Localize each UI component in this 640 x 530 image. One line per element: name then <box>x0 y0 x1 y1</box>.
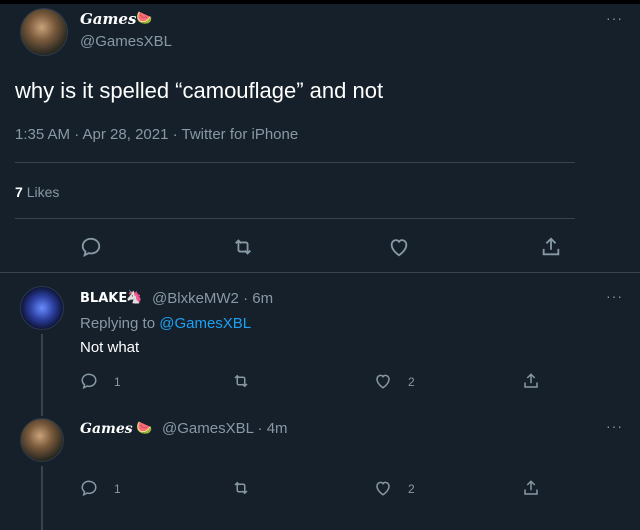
top-edge <box>0 0 640 4</box>
likes-count: 7 <box>15 184 23 200</box>
more-options-button[interactable]: ··· <box>606 288 623 304</box>
replying-to: Replying to @GamesXBL <box>80 315 251 332</box>
author-name[interactable]: Games <box>80 10 136 28</box>
reply-handle-time[interactable]: @GamesXBL · 4m <box>162 420 288 437</box>
share-icon[interactable] <box>522 372 540 390</box>
retweet-icon[interactable] <box>232 372 250 390</box>
share-icon[interactable] <box>522 479 540 497</box>
divider <box>15 218 575 219</box>
badge-emoji: 🦄 <box>126 289 143 304</box>
retweet-icon[interactable] <box>232 479 250 497</box>
likes-label: Likes <box>26 184 60 200</box>
more-options-button[interactable]: ··· <box>606 418 623 434</box>
retweet-icon[interactable] <box>232 236 254 258</box>
name-emoji: 🍉 <box>136 10 153 25</box>
share-icon[interactable] <box>540 236 562 258</box>
likes-stat[interactable]: 7 Likes <box>15 184 59 200</box>
reply-handle-time[interactable]: @BlxkeMW2 · 6m <box>152 290 273 307</box>
like-count: 2 <box>408 375 415 389</box>
avatar[interactable] <box>20 8 68 56</box>
tweet-text: why is it spelled “camouflage” and not <box>15 78 384 103</box>
avatar[interactable] <box>20 286 64 330</box>
thread-line <box>41 466 43 530</box>
heart-icon[interactable] <box>374 479 392 497</box>
replying-handle-link[interactable]: @GamesXBL <box>159 315 251 332</box>
reply-author-name[interactable]: BLAKE <box>80 291 127 306</box>
thread-line <box>41 334 43 416</box>
more-options-button[interactable]: ··· <box>606 10 623 26</box>
reply-icon[interactable] <box>80 479 98 497</box>
tweet-meta[interactable]: 1:35 AM · Apr 28, 2021 · Twitter for iPh… <box>15 126 298 143</box>
avatar[interactable] <box>20 418 64 462</box>
reply-text: Not what <box>80 339 140 356</box>
reply-author-name[interactable]: Games <box>80 421 133 437</box>
reply-count: 1 <box>114 482 121 496</box>
heart-icon[interactable] <box>388 236 410 258</box>
replying-prefix: Replying to <box>80 315 156 332</box>
heart-icon[interactable] <box>374 372 392 390</box>
reply-icon[interactable] <box>80 236 102 258</box>
divider <box>15 162 575 163</box>
author-handle[interactable]: @GamesXBL <box>80 33 172 50</box>
badge-emoji: 🍉 <box>136 420 153 435</box>
reply-icon[interactable] <box>80 372 98 390</box>
divider <box>0 272 640 273</box>
like-count: 2 <box>408 482 415 496</box>
reply-count: 1 <box>114 375 121 389</box>
